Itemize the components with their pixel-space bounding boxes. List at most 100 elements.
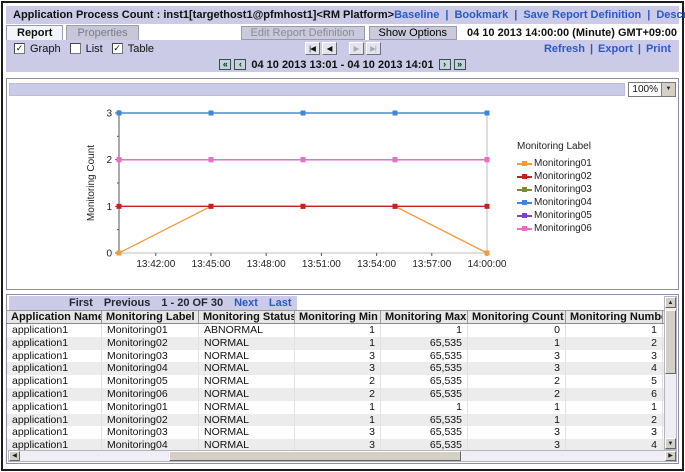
zoom-value: 100%: [629, 83, 661, 96]
table-cell: Monitoring01: [102, 324, 199, 337]
pagination-first[interactable]: First: [69, 297, 93, 309]
zoom-bar-fill: [9, 83, 625, 96]
table-cell: application1: [7, 337, 102, 350]
pagination-next[interactable]: Next: [234, 297, 258, 309]
column-header: Monitoring Label: [102, 311, 199, 323]
scroll-down-icon[interactable]: ▼: [665, 438, 676, 449]
legend-swatch: [517, 163, 532, 165]
line-chart: 012313:42:0013:45:0013:48:0013:51:0013:5…: [9, 97, 676, 289]
nav-last-button[interactable]: ▶|: [366, 42, 381, 55]
column-header: Monitoring Number: [566, 311, 663, 323]
legend-label: Monitoring05: [534, 210, 592, 221]
horizontal-scrollbar[interactable]: ◀ ▶: [8, 450, 677, 462]
refresh-link[interactable]: Refresh: [544, 43, 585, 55]
table-cell: 6: [566, 388, 663, 401]
move-span-end-icon[interactable]: »: [454, 59, 466, 70]
scroll-up-icon[interactable]: ▲: [665, 297, 676, 308]
series-Monitoring06: [117, 157, 490, 162]
table-row: application1Monitoring05NORMAL265,53525: [7, 375, 664, 388]
move-span-start-icon[interactable]: «: [219, 59, 231, 70]
table-cell: Monitoring01: [102, 401, 199, 414]
table-cell: 1: [566, 324, 663, 337]
svg-text:3: 3: [106, 109, 112, 120]
nav-next-button[interactable]: ▶: [349, 42, 364, 55]
legend-label: Monitoring06: [534, 223, 592, 234]
horizontal-scroll-thumb[interactable]: [169, 451, 461, 461]
table-cell: 1: [468, 401, 566, 414]
move-span-back-icon[interactable]: ‹: [234, 59, 246, 70]
table-cell: 4: [566, 362, 663, 375]
svg-text:14:00:00: 14:00:00: [468, 259, 507, 270]
baseline-link[interactable]: Baseline: [394, 9, 439, 21]
vertical-scroll-thumb[interactable]: [665, 310, 676, 374]
svg-text:Monitoring Count: Monitoring Count: [86, 145, 97, 221]
legend-swatch: [517, 202, 532, 204]
edit-report-definition-button[interactable]: Edit Report Definition: [241, 26, 365, 40]
show-options-button[interactable]: Show Options: [369, 26, 457, 40]
data-point-marker: [117, 111, 122, 116]
table-cell: 3: [566, 426, 663, 439]
table-cell: NORMAL: [199, 401, 295, 414]
series-Monitoring01: [117, 204, 490, 256]
graph-checkbox[interactable]: ✓: [14, 43, 25, 54]
table-cell: NORMAL: [199, 388, 295, 401]
save-report-definition-link[interactable]: Save Report Definition: [523, 9, 641, 21]
vertical-scrollbar[interactable]: ▲ ▼: [664, 296, 677, 450]
table-cell: 1: [468, 337, 566, 350]
legend-label: Monitoring04: [534, 197, 592, 208]
table-cell: application1: [7, 426, 102, 439]
table-cell: 2: [295, 375, 381, 388]
zoom-select[interactable]: 100% ▼: [628, 82, 676, 97]
tab-properties[interactable]: Properties: [66, 25, 138, 40]
table-cell: ABNORMAL: [199, 324, 295, 337]
dropdown-arrow-icon[interactable]: ▼: [661, 83, 675, 96]
graph-checkbox-label: Graph: [30, 43, 61, 55]
table-cell: 65,535: [381, 362, 468, 375]
table-cell: NORMAL: [199, 414, 295, 427]
tab-report[interactable]: Report: [6, 25, 63, 40]
nav-prev-button[interactable]: ◀: [322, 42, 337, 55]
data-point-marker: [393, 111, 398, 116]
pagination-last[interactable]: Last: [269, 297, 292, 309]
nav-first-button[interactable]: |◀: [305, 42, 320, 55]
table-cell: 1: [468, 414, 566, 427]
table-cell: NORMAL: [199, 350, 295, 363]
export-link[interactable]: Export: [598, 43, 633, 55]
table-cell: 65,535: [381, 337, 468, 350]
table-cell: 3: [295, 362, 381, 375]
table-cell: 3: [468, 426, 566, 439]
data-point-marker: [117, 157, 122, 162]
data-point-marker: [485, 251, 490, 256]
table-checkbox[interactable]: ✓: [112, 43, 123, 54]
table-cell: 65,535: [381, 414, 468, 427]
table-row: application1Monitoring02NORMAL165,53512: [7, 414, 664, 427]
legend-item-Monitoring02: Monitoring02: [517, 170, 592, 183]
data-point-marker: [393, 157, 398, 162]
column-header: Monitoring Max: [381, 311, 468, 323]
table-cell: application1: [7, 350, 102, 363]
data-point-marker: [393, 204, 398, 209]
svg-text:13:48:00: 13:48:00: [247, 259, 286, 270]
table-cell: NORMAL: [199, 426, 295, 439]
table-cell: NORMAL: [199, 362, 295, 375]
list-checkbox[interactable]: [70, 43, 81, 54]
print-link[interactable]: Print: [646, 43, 671, 55]
table-cell: application1: [7, 375, 102, 388]
bookmark-link[interactable]: Bookmark: [454, 9, 508, 21]
table-cell: Monitoring06: [102, 388, 199, 401]
data-point-marker: [301, 157, 306, 162]
table-cell: application1: [7, 324, 102, 337]
table-cell: 65,535: [381, 388, 468, 401]
pagination-previous[interactable]: Previous: [104, 297, 150, 309]
table-cell: 65,535: [381, 350, 468, 363]
table-row: application1Monitoring01ABNORMAL1101: [7, 324, 664, 337]
scroll-right-icon[interactable]: ▶: [665, 451, 676, 461]
table-cell: 1: [381, 401, 468, 414]
legend-label: Monitoring03: [534, 184, 592, 195]
move-span-forward-icon[interactable]: ›: [439, 59, 451, 70]
chart-legend: Monitoring Label Monitoring01Monitoring0…: [517, 141, 592, 235]
table-cell: 3: [295, 426, 381, 439]
description-link[interactable]: Description: [656, 9, 685, 21]
table-cell: Monitoring02: [102, 414, 199, 427]
scroll-left-icon[interactable]: ◀: [9, 451, 20, 461]
